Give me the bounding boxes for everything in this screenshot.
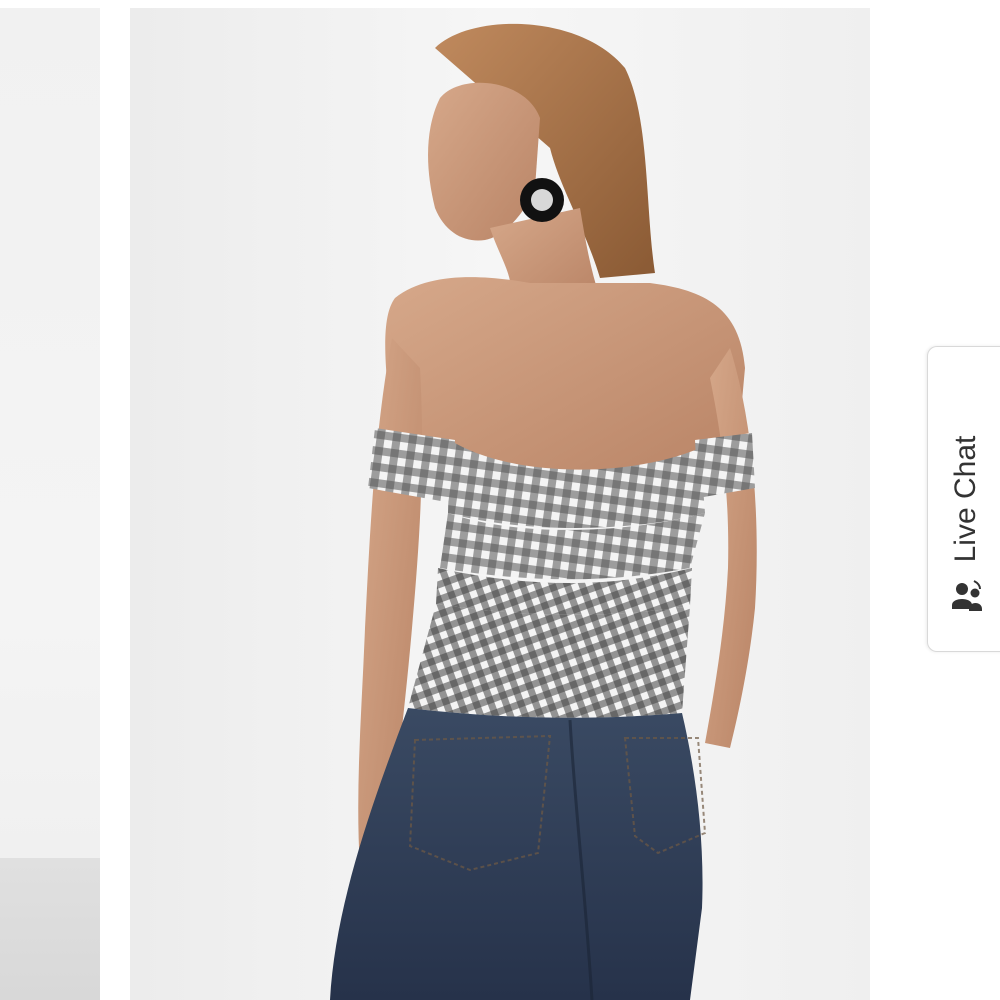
main-product-image[interactable] [130,8,870,1000]
previous-product-image[interactable] [0,8,100,1000]
right-sleeve-band [695,433,755,498]
face [428,82,540,241]
live-chat-content: Live Chat [946,399,986,619]
chat-agents-icon [948,579,984,619]
floor-shadow [0,858,100,1000]
product-gallery-page: Live Chat [0,0,1000,1000]
top-peplum [408,604,690,718]
live-chat-tab[interactable]: Live Chat [927,346,1000,652]
live-chat-label: Live Chat [949,435,982,563]
model-illustration [330,23,757,1000]
